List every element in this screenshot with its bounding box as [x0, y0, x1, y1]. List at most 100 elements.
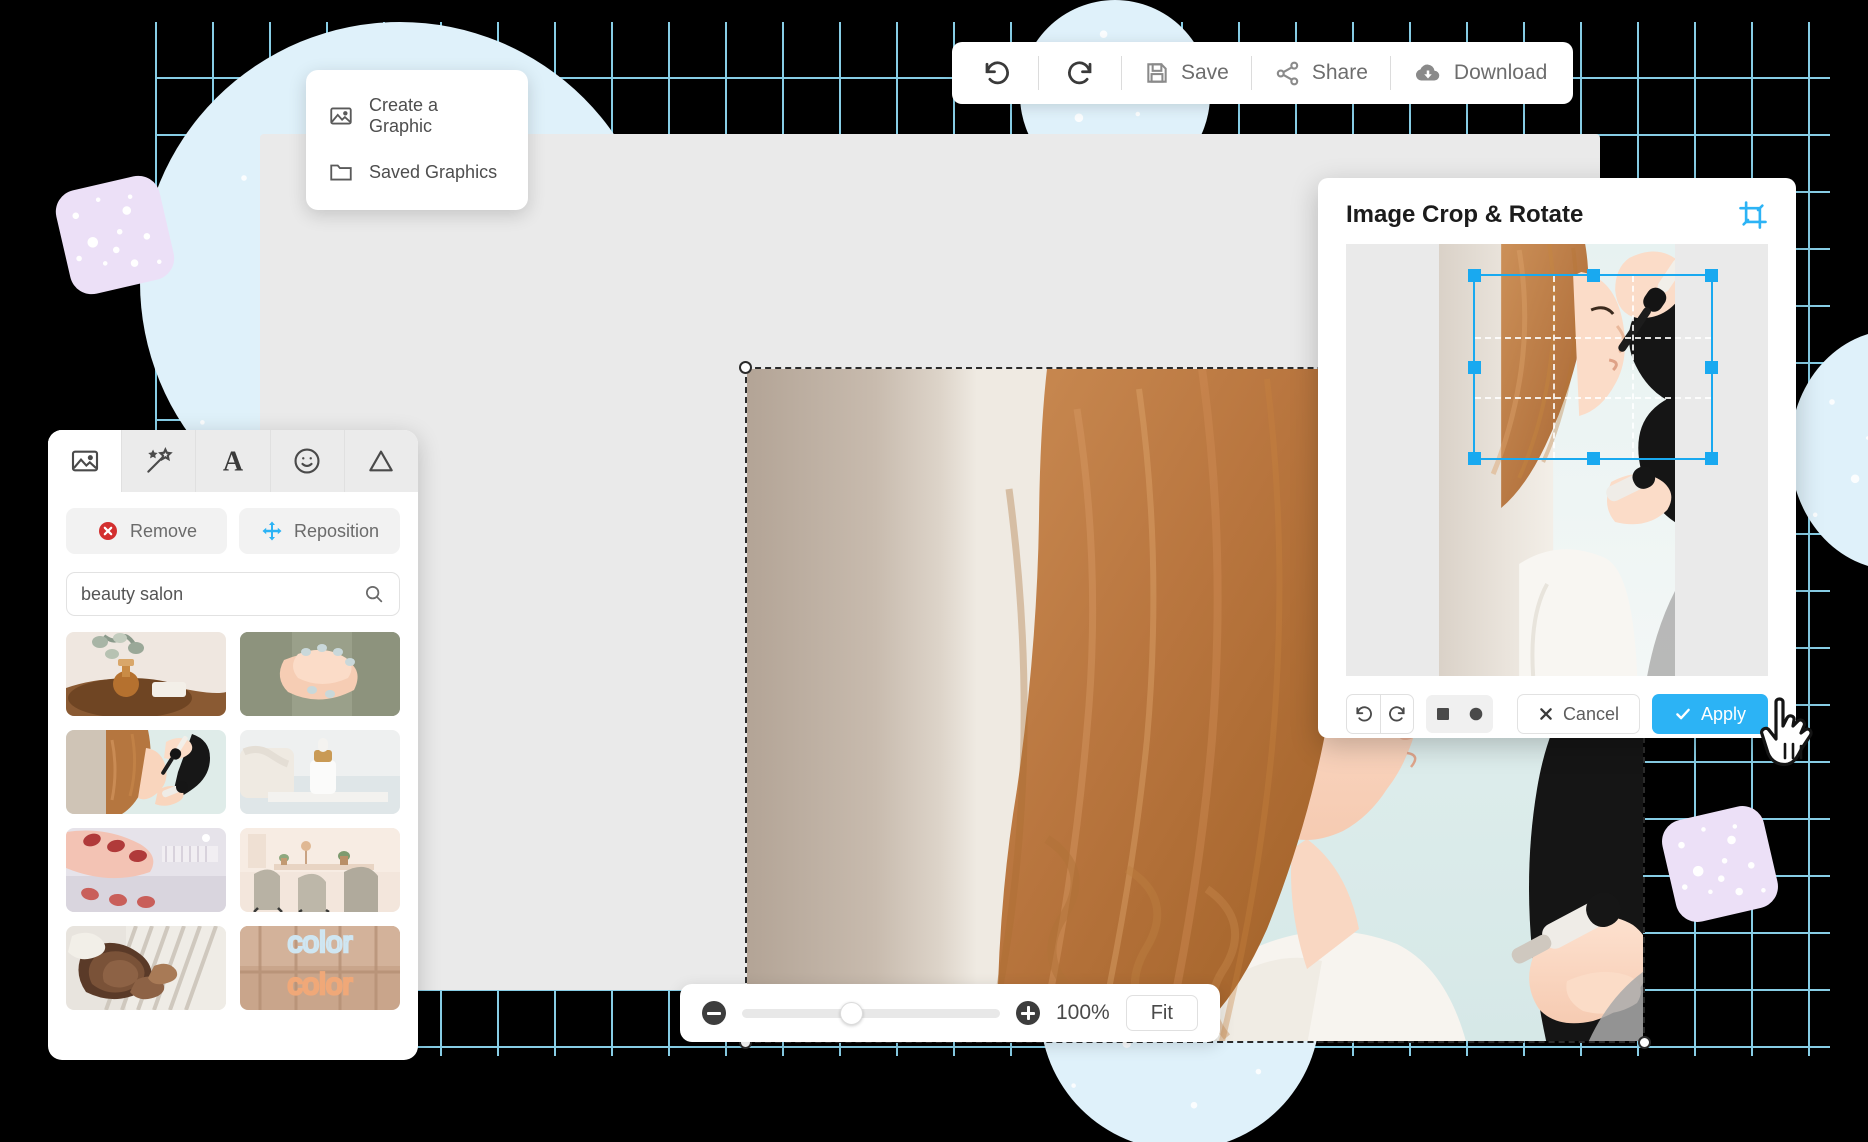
zoom-in-button[interactable] — [1016, 1001, 1040, 1025]
crop-handle-bottom-left[interactable] — [1467, 451, 1481, 465]
left-tools-panel: A Remove Reposition beauty salon color c… — [48, 430, 418, 1060]
smiley-icon — [291, 445, 323, 477]
panel-tab-bar: A — [48, 430, 418, 492]
image-thumbnail[interactable]: color color — [240, 926, 400, 1010]
download-icon — [1413, 58, 1443, 88]
crop-handle-bottom-center[interactable] — [1586, 451, 1600, 465]
crop-shape-group — [1426, 695, 1493, 733]
share-button[interactable]: Share — [1252, 42, 1390, 104]
undo-button[interactable] — [956, 42, 1038, 104]
download-button[interactable]: Download — [1391, 42, 1569, 104]
image-thumbnail[interactable] — [240, 730, 400, 814]
save-button[interactable]: Save — [1122, 42, 1251, 104]
grid-mask — [1830, 0, 1868, 1142]
fit-button[interactable]: Fit — [1125, 995, 1198, 1031]
crop-selection-box[interactable] — [1467, 269, 1719, 465]
image-thumbnail[interactable] — [66, 828, 226, 912]
graphics-dropdown-menu: Create a Graphic Saved Graphics — [306, 70, 528, 210]
crop-guide-line — [1553, 276, 1556, 458]
menu-item-saved-graphics[interactable]: Saved Graphics — [306, 148, 528, 196]
rotate-left-icon — [1354, 704, 1374, 724]
crop-handle-top-right[interactable] — [1705, 269, 1719, 283]
zoom-in-icon-vertical — [1026, 1006, 1030, 1020]
redo-button[interactable] — [1039, 42, 1121, 104]
fit-label: Fit — [1150, 1001, 1173, 1024]
grid-mask — [0, 1056, 1868, 1142]
apply-button[interactable]: Apply — [1651, 694, 1768, 734]
rotate-left-button[interactable] — [1347, 695, 1380, 733]
image-thumbnail[interactable] — [66, 632, 226, 716]
panel-action-row: Remove Reposition — [48, 492, 418, 554]
cancel-label: Cancel — [1562, 703, 1619, 724]
image-crop-rotate-dialog: Image Crop & Rotate Cancel Apply — [1318, 178, 1796, 738]
dialog-title: Image Crop & Rotate — [1346, 201, 1584, 228]
dialog-header: Image Crop & Rotate — [1318, 178, 1796, 244]
triangle-icon — [365, 445, 397, 477]
menu-item-label: Saved Graphics — [369, 161, 498, 182]
top-toolbar: Save Share Download — [952, 42, 1574, 104]
crop-guide-line — [1474, 336, 1712, 339]
rotate-button-group — [1346, 694, 1415, 734]
move-arrows-icon — [260, 519, 284, 543]
crop-handle-middle-right[interactable] — [1705, 361, 1719, 375]
zoom-out-icon — [707, 1012, 721, 1015]
image-thumbnail[interactable] — [66, 926, 226, 1010]
selection-handle-bottom-right[interactable] — [1638, 1036, 1651, 1049]
cancel-button[interactable]: Cancel — [1516, 694, 1640, 734]
reposition-label: Reposition — [293, 520, 380, 541]
undo-icon — [982, 58, 1012, 88]
crop-shape-square-button[interactable] — [1426, 695, 1460, 733]
crop-shape-circle-button[interactable] — [1460, 695, 1493, 733]
tab-shapes[interactable] — [345, 430, 418, 492]
image-icon — [69, 445, 101, 477]
check-icon — [1674, 705, 1692, 723]
share-label: Share — [1311, 61, 1368, 84]
redo-icon — [1065, 58, 1095, 88]
crop-handle-top-center[interactable] — [1586, 269, 1600, 283]
reposition-button[interactable]: Reposition — [239, 508, 400, 554]
zoom-slider[interactable] — [742, 1001, 1000, 1025]
save-icon — [1144, 60, 1170, 86]
image-thumbnail[interactable] — [66, 730, 226, 814]
zoom-out-button[interactable] — [702, 1001, 726, 1025]
image-thumbnail[interactable] — [240, 828, 400, 912]
square-icon — [1434, 705, 1452, 723]
image-search-box[interactable] — [66, 572, 400, 616]
rotate-right-icon — [1387, 704, 1407, 724]
svg-text:color: color — [287, 968, 352, 1001]
search-input[interactable] — [81, 583, 363, 605]
crop-handle-top-left[interactable] — [1467, 269, 1481, 283]
circle-icon — [1467, 705, 1485, 723]
image-icon — [328, 103, 354, 129]
crop-handle-middle-left[interactable] — [1467, 361, 1481, 375]
save-label: Save — [1181, 61, 1229, 84]
apply-label: Apply — [1700, 703, 1746, 724]
zoom-percent-label: 100% — [1056, 1001, 1110, 1024]
zoom-control-bar: 100% Fit — [680, 984, 1220, 1042]
crop-guide-line — [1474, 397, 1712, 400]
rotate-right-button[interactable] — [1380, 695, 1413, 733]
image-thumbnail[interactable] — [240, 632, 400, 716]
image-results-grid: color color — [48, 616, 418, 1026]
tab-images[interactable] — [48, 430, 123, 492]
tab-text[interactable]: A — [196, 430, 271, 492]
zoom-slider-knob[interactable] — [840, 1001, 864, 1025]
mouse-cursor-hand — [1758, 694, 1816, 768]
tab-stickers[interactable] — [271, 430, 345, 492]
crop-guide-line — [1632, 276, 1635, 458]
remove-button[interactable]: Remove — [66, 508, 227, 554]
menu-item-create-a-graphic[interactable]: Create a Graphic — [306, 84, 528, 148]
crop-preview[interactable] — [1346, 244, 1768, 676]
svg-text:color: color — [287, 926, 352, 959]
search-icon[interactable] — [363, 583, 385, 605]
selection-handle-top-left[interactable] — [739, 361, 752, 374]
crop-handle-bottom-right[interactable] — [1705, 451, 1719, 465]
crop-icon[interactable] — [1738, 200, 1768, 230]
close-x-icon — [1538, 706, 1554, 722]
tab-effects[interactable] — [122, 430, 197, 492]
menu-item-label: Create a Graphic — [369, 95, 439, 136]
remove-label: Remove — [129, 520, 198, 541]
svg-text:A: A — [223, 446, 244, 477]
app-stage: Save Share Download Create a Graphic Sav… — [0, 0, 1868, 1142]
folder-icon — [328, 159, 354, 185]
